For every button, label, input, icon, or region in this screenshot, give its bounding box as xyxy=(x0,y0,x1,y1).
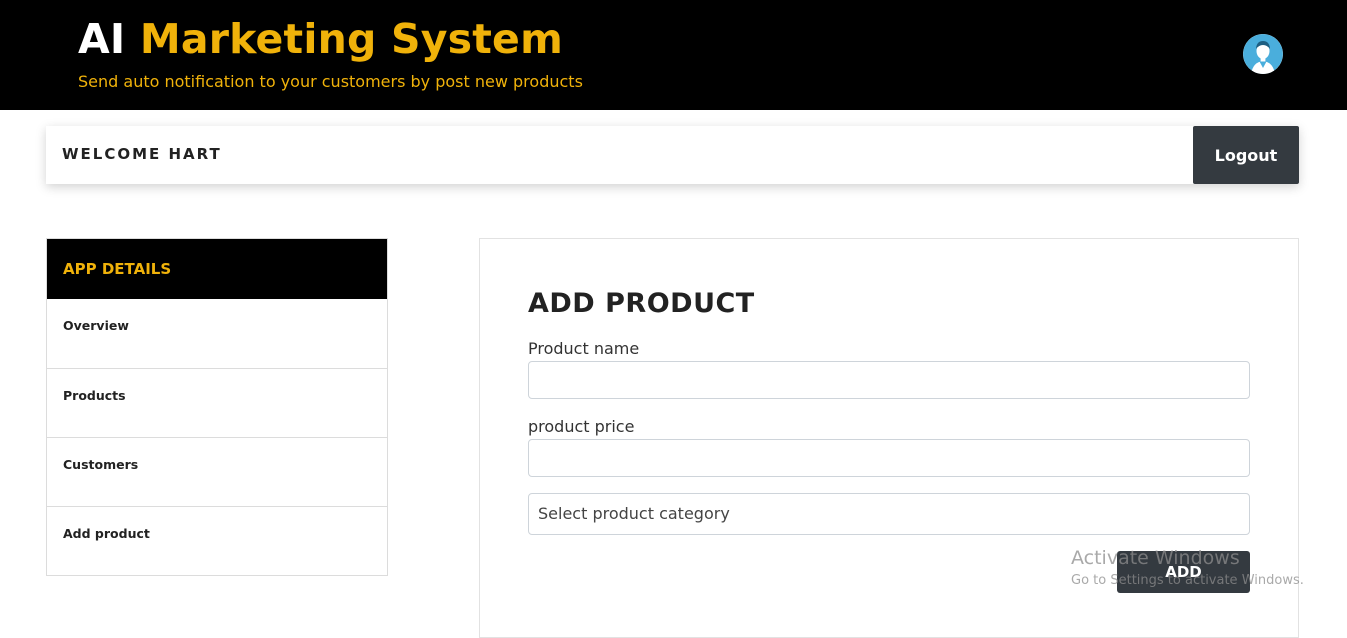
product-category-select[interactable]: Select product category xyxy=(528,493,1250,535)
sidebar-item-customers[interactable]: Customers xyxy=(47,437,387,506)
product-price-input[interactable] xyxy=(528,439,1250,477)
logout-button[interactable]: Logout xyxy=(1193,126,1299,184)
welcome-greeting: WELCOME HART xyxy=(62,145,222,163)
top-header: AI Marketing System Send auto notificati… xyxy=(0,0,1347,110)
app-tagline: Send auto notification to your customers… xyxy=(78,72,583,91)
sidebar-item-overview[interactable]: Overview xyxy=(47,299,387,368)
app-title-main: Marketing System xyxy=(139,15,563,63)
app-title: AI Marketing System xyxy=(78,14,563,64)
sidebar-item-add-product[interactable]: Add product xyxy=(47,506,387,575)
welcome-bar: WELCOME HART Logout xyxy=(46,126,1299,184)
product-category-selected: Select product category xyxy=(538,504,730,523)
product-name-input[interactable] xyxy=(528,361,1250,399)
add-product-button[interactable]: ADD xyxy=(1117,551,1250,593)
add-product-card: ADD PRODUCT Product name product price S… xyxy=(479,238,1299,638)
sidebar-header: APP DETAILS xyxy=(47,239,387,299)
product-price-label: product price xyxy=(528,417,635,436)
app-details-sidebar: APP DETAILS Overview Products Customers … xyxy=(46,238,388,576)
user-avatar-icon[interactable] xyxy=(1243,34,1283,74)
form-title: ADD PRODUCT xyxy=(528,288,755,319)
app-title-prefix: AI xyxy=(78,15,126,63)
product-name-label: Product name xyxy=(528,339,640,358)
sidebar-item-products[interactable]: Products xyxy=(47,368,387,437)
